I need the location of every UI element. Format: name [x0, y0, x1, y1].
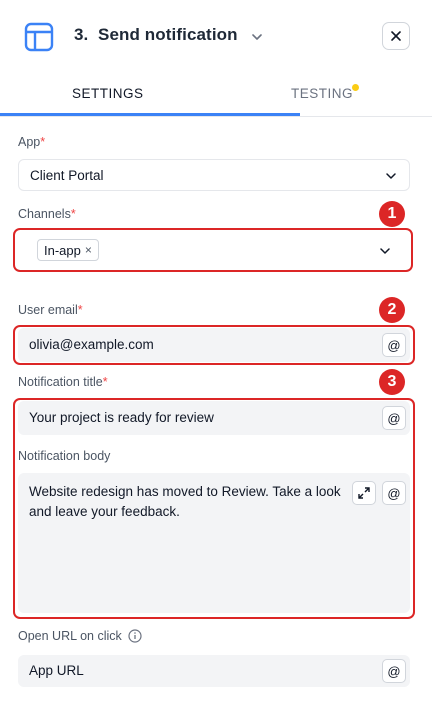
page-title: 3. Send notification: [74, 25, 238, 44]
notification-title-label: Notification title*: [18, 375, 108, 389]
active-tab-underline: [0, 113, 300, 116]
tab-testing[interactable]: TESTING: [291, 86, 353, 101]
close-icon: [391, 31, 401, 41]
chevron-down-icon[interactable]: [250, 30, 264, 44]
open-url-placeholder: App URL: [29, 663, 84, 678]
close-button[interactable]: [382, 22, 410, 50]
annotation-box-3: [13, 398, 415, 619]
annotation-box-1: [13, 228, 413, 272]
channels-label: Channels*: [18, 207, 76, 221]
tab-bar: SETTINGS TESTING: [0, 72, 432, 117]
user-email-label: User email*: [18, 303, 83, 317]
insert-variable-button[interactable]: @: [382, 659, 406, 683]
panel-header: 3. Send notification: [0, 0, 432, 72]
layout-panel-icon: [24, 22, 54, 52]
open-url-label: Open URL on click: [18, 629, 142, 643]
app-select[interactable]: Client Portal: [18, 159, 410, 191]
open-url-field[interactable]: App URL @: [18, 655, 410, 687]
chevron-down-icon: [386, 173, 396, 179]
annotation-badge-3: 3: [379, 369, 405, 395]
app-label: App*: [18, 135, 46, 149]
annotation-box-2: [13, 325, 415, 365]
tab-settings[interactable]: SETTINGS: [72, 86, 144, 101]
annotation-badge-1: 1: [379, 201, 405, 227]
annotation-badge-2: 2: [379, 297, 405, 323]
app-select-value: Client Portal: [30, 168, 104, 183]
testing-indicator-dot: [352, 84, 359, 91]
info-icon[interactable]: [128, 629, 142, 643]
